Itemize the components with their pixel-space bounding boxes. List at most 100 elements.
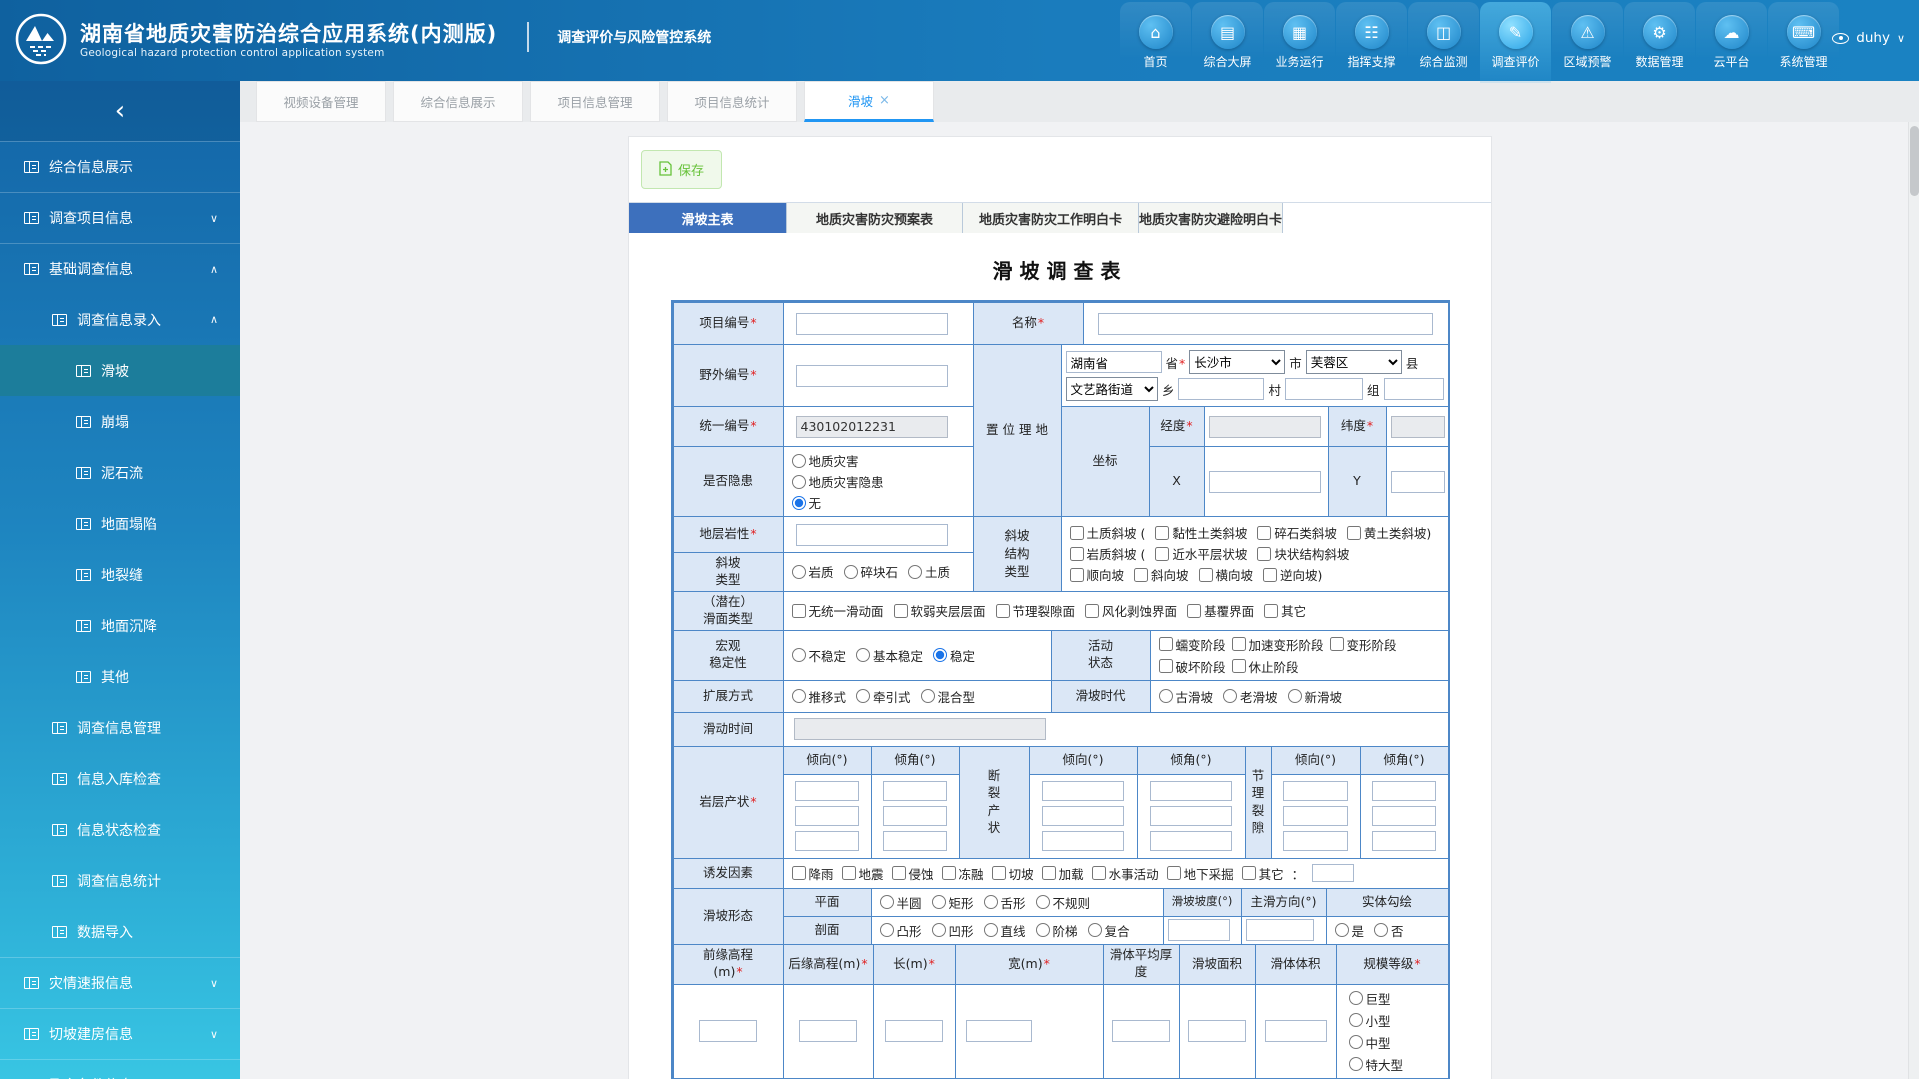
activity-checkbox[interactable] [1232,659,1246,673]
nav-bigscreen[interactable]: ▤ 综合大屏 [1192,2,1263,83]
slip-checkbox[interactable] [1264,604,1278,618]
slip-checkbox[interactable] [996,604,1010,618]
triggers-checkbox[interactable] [792,866,806,880]
structure-option[interactable]: 黏性土类斜坡 [1155,523,1247,542]
profile-option[interactable]: 凸形 [880,921,922,940]
name-input[interactable] [1098,313,1433,335]
profile-option[interactable]: 复合 [1088,921,1130,940]
structure-option[interactable]: 土质斜坡 ( [1070,523,1146,542]
triggers-checkbox[interactable] [1042,866,1056,880]
entity-option[interactable]: 是 [1335,921,1365,940]
lat-input[interactable] [1391,416,1445,438]
slip-checkbox[interactable] [792,604,806,618]
expansion-option[interactable]: 混合型 [921,687,976,706]
hazard-option[interactable]: 地质灾害 [792,451,859,470]
form-tab-avoid-card[interactable]: 地质灾害防灾避险明白卡 [1139,203,1283,233]
expansion-option[interactable]: 牵引式 [856,687,911,706]
activity-checkbox[interactable] [1232,637,1246,651]
scale-radio[interactable] [1349,1013,1363,1027]
plan-option[interactable]: 不规则 [1036,893,1091,912]
structure-checkbox[interactable] [1155,547,1169,561]
nav-cloud[interactable]: ☁ 云平台 [1696,2,1767,83]
tab-landslide[interactable]: 滑坡 × [804,81,934,122]
nav-survey[interactable]: ✎ 调查评价 [1480,2,1551,83]
structure-checkbox[interactable] [1070,526,1084,540]
structure-checkbox[interactable] [1257,526,1271,540]
slip-option[interactable]: 其它 [1264,601,1306,620]
rock-dip-angle-input[interactable] [883,831,948,851]
era-radio[interactable] [1223,689,1237,703]
sidebar-collapse-button[interactable]: ‹ [0,81,240,141]
nav-monitoring[interactable]: ◫ 综合监测 [1408,2,1479,83]
slide-time-input[interactable] [794,718,1046,740]
slip-option[interactable]: 风化剥蚀界面 [1085,601,1177,620]
thickness-input[interactable] [1112,1020,1170,1042]
profile-option[interactable]: 直线 [984,921,1026,940]
scrollbar-thumb[interactable] [1910,126,1919,196]
hazard-option[interactable]: 无 [792,493,822,512]
subgroup-input[interactable] [1384,378,1444,400]
area-input[interactable] [1188,1020,1246,1042]
scale-option[interactable]: 特大型 [1349,1055,1404,1074]
hazard-radio[interactable] [792,454,806,468]
plan-option[interactable]: 半圆 [880,893,922,912]
era-option[interactable]: 新滑坡 [1288,687,1343,706]
scale-option[interactable]: 巨型 [1349,989,1391,1008]
triggers-option[interactable]: 切坡 [992,864,1034,883]
save-button[interactable]: 保存 [641,150,722,189]
user-menu[interactable]: duhy ∨ [1832,30,1905,46]
nav-home[interactable]: ⌂ 首页 [1120,2,1191,83]
rock-dip-angle-input[interactable] [883,806,948,826]
activity-option[interactable]: 蠕变阶段 [1159,635,1226,654]
slip-checkbox[interactable] [1187,604,1201,618]
fracture-dip-angle-input[interactable] [1150,781,1231,801]
scale-option[interactable]: 小型 [1349,1011,1391,1030]
profile-radio[interactable] [880,923,894,937]
triggers-option[interactable]: 冻融 [942,864,984,883]
plan-radio[interactable] [1036,895,1050,909]
sidebar-item-cut-slope-house[interactable]: 切坡建房信息 ∨ [0,1008,240,1059]
rock-dip-angle-input[interactable] [883,781,948,801]
sidebar-item-other[interactable]: 其他 [0,651,240,702]
structure-option[interactable]: 横向坡 [1199,565,1254,584]
slip-option[interactable]: 节理裂隙面 [996,601,1076,620]
stability-radio[interactable] [792,648,806,662]
expansion-radio[interactable] [856,689,870,703]
sidebar-item-ground-collapse[interactable]: 地面塌陷 [0,498,240,549]
slope_type-radio[interactable] [908,565,922,579]
era-option[interactable]: 老滑坡 [1223,687,1278,706]
plan-radio[interactable] [880,895,894,909]
entity-option[interactable]: 否 [1374,921,1404,940]
structure-option[interactable]: 近水平层状坡 [1155,544,1247,563]
nav-warning[interactable]: ⚠ 区域预警 [1552,2,1623,83]
slope-degree-input[interactable] [1168,919,1230,941]
structure-checkbox[interactable] [1070,568,1084,582]
joint-dip-dir-input[interactable] [1283,806,1349,826]
slope_type-radio[interactable] [844,565,858,579]
activity-option[interactable]: 变形阶段 [1330,635,1397,654]
triggers-other-input[interactable] [1312,864,1354,882]
y-input[interactable] [1391,471,1445,493]
structure-option[interactable]: 黄土类斜坡) [1347,523,1431,542]
unified-no-input[interactable] [796,416,948,438]
nav-business[interactable]: ▦ 业务运行 [1264,2,1335,83]
entity-radio[interactable] [1335,923,1349,937]
page-scrollbar[interactable] [1908,122,1919,1079]
plan-radio[interactable] [984,895,998,909]
sidebar-item-project-info[interactable]: 调查项目信息 ∨ [0,192,240,243]
x-input[interactable] [1209,471,1321,493]
tab-info-display[interactable]: 综合信息展示 [393,81,523,122]
lng-input[interactable] [1209,416,1321,438]
sidebar-item-survey-mgmt[interactable]: 调查信息管理 [0,702,240,753]
slip-option[interactable]: 无统一滑动面 [792,601,884,620]
sidebar-item-survey-entry[interactable]: 调查信息录入 ∧ [0,294,240,345]
structure-option[interactable]: 顺向坡 [1070,565,1125,584]
sidebar-item-collapse[interactable]: 崩塌 [0,396,240,447]
structure-option[interactable]: 碎石类斜坡 [1257,523,1337,542]
plan-option[interactable]: 矩形 [932,893,974,912]
slip-option[interactable]: 软弱夹层层面 [894,601,986,620]
activity-checkbox[interactable] [1330,637,1344,651]
field-no-input[interactable] [796,365,948,387]
sidebar-item-landslide[interactable]: 滑坡 [0,345,240,396]
tab-video-device[interactable]: 视频设备管理 [256,81,386,122]
